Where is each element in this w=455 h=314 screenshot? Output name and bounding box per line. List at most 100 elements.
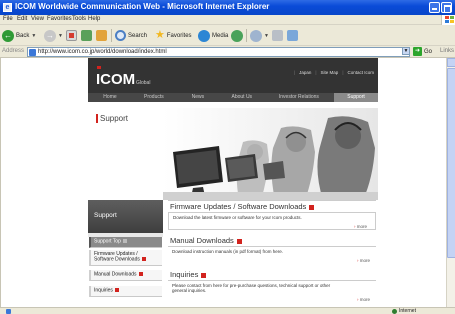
address-input[interactable]: http://www.icom.co.jp/world/download/ind… (27, 47, 410, 57)
media-button[interactable]: Media (198, 29, 228, 42)
section-title-firmware[interactable]: Firmware Updates / Software Downloads (170, 202, 315, 211)
links-label[interactable]: Links (440, 48, 454, 54)
nav-support[interactable]: Support (334, 93, 378, 102)
icom-site: ICOM Global | Japan | Site Map | Contact… (88, 58, 378, 307)
history-icon (231, 29, 243, 42)
search-label: Search (128, 32, 148, 39)
util-divider: | (342, 70, 344, 75)
back-arrow-icon: ← (2, 29, 14, 42)
menu-favorites[interactable]: Favorites (47, 16, 72, 22)
more-link[interactable]: › more (357, 297, 370, 302)
sidebar-item-support-top[interactable]: Support Top (89, 237, 162, 248)
vertical-scrollbar[interactable] (446, 58, 455, 307)
section-divider (168, 280, 376, 281)
go-button[interactable]: ➜ Go (413, 47, 432, 56)
menu-bar: File Edit View Favorites Tools Help (0, 15, 455, 25)
sidebar-item-inquiries[interactable]: Inquiries (89, 286, 162, 297)
address-url[interactable]: http://www.icom.co.jp/world/download/ind… (38, 49, 167, 55)
support-sidebar: Support Support Top Firmware Updates / S… (88, 200, 163, 307)
more-label: more (359, 258, 370, 263)
forward-button[interactable]: → ▼ (44, 29, 63, 42)
section-title-text: Firmware Updates / Software Downloads (170, 202, 307, 211)
section-title-text: Manual Downloads (170, 236, 234, 245)
menu-edit[interactable]: Edit (17, 16, 27, 22)
nav-about-us[interactable]: About Us (220, 93, 264, 102)
more-label: more (356, 224, 367, 229)
scroll-up-button[interactable] (447, 58, 455, 67)
util-divider: | (315, 70, 317, 75)
nav-news[interactable]: News (176, 93, 220, 102)
favorites-button[interactable]: ★ Favorites (155, 29, 192, 42)
section-desc: Download instruction manuals (in pdf for… (172, 249, 284, 254)
nav-home[interactable]: Home (88, 93, 132, 102)
more-label: more (359, 297, 370, 302)
sidebar-item-label-line2: Software Downloads (94, 256, 140, 263)
edit-page-icon (287, 30, 298, 41)
print-icon (272, 30, 283, 41)
dropdown-caret-icon[interactable]: ▼ (58, 33, 63, 39)
window-title: ICOM Worldwide Communication Web - Micro… (15, 2, 270, 11)
arrow-icon (138, 272, 143, 276)
support-sections: Firmware Updates / Software Downloads Do… (168, 200, 378, 307)
stop-button[interactable] (66, 29, 77, 42)
section-divider (168, 200, 376, 201)
ie-logo-icon: e (3, 3, 12, 12)
home-icon (96, 30, 107, 41)
util-link-site-map[interactable]: Site Map (321, 70, 339, 75)
edit-button[interactable] (287, 29, 298, 42)
dropdown-caret-icon[interactable]: ▼ (31, 33, 36, 39)
section-title-manuals[interactable]: Manual Downloads (170, 236, 242, 245)
arrow-icon (114, 288, 119, 292)
search-button[interactable]: Search (115, 29, 147, 42)
util-link-japan[interactable]: Japan (299, 70, 311, 75)
search-icon (115, 30, 126, 41)
star-icon: ★ (155, 29, 165, 41)
section-desc: Download the latest firmware or software… (173, 215, 302, 220)
page-title: Support (96, 114, 128, 123)
globe-icon (392, 309, 397, 314)
back-button[interactable]: ← Back ▼ (2, 29, 36, 42)
forward-arrow-icon: → (44, 29, 56, 42)
section-box-firmware: Download the latest firmware or software… (168, 212, 376, 230)
address-dropdown-icon[interactable]: ▼ (402, 47, 410, 55)
dropdown-caret-icon[interactable]: ▼ (264, 33, 269, 39)
history-button[interactable] (231, 29, 243, 42)
section-title-text: Inquiries (170, 270, 199, 279)
minimize-button[interactable] (429, 2, 440, 13)
home-button[interactable] (96, 29, 107, 42)
nav-products[interactable]: Products (132, 93, 176, 102)
standard-toolbar: ← Back ▼ → ▼ Search ★ Favorites Media ▼ (0, 25, 455, 46)
arrow-icon (309, 204, 315, 210)
maximize-button[interactable] (441, 2, 452, 13)
util-link-contact[interactable]: Contact Icom (347, 70, 374, 75)
arrow-icon (122, 239, 127, 243)
sidebar-item-manual-downloads[interactable]: Manual Downloads (89, 270, 162, 281)
nav-investor-relations[interactable]: Investor Relations (264, 93, 334, 102)
go-label: Go (424, 48, 433, 55)
icom-logo[interactable]: ICOM (96, 71, 135, 88)
more-link[interactable]: › more (354, 224, 367, 229)
utility-links: | Japan | Site Map | Contact Icom (294, 70, 374, 75)
site-header: ICOM Global | Japan | Site Map | Contact… (88, 58, 378, 93)
print-button[interactable] (272, 29, 283, 42)
address-label: Address (2, 48, 25, 54)
arrow-icon (201, 272, 207, 278)
hero-banner: Support (88, 102, 378, 200)
section-desc: Please contact from here for pre-purchas… (172, 283, 331, 293)
menu-view[interactable]: View (31, 16, 44, 22)
menu-file[interactable]: File (3, 16, 13, 22)
menu-tools[interactable]: Tools (72, 16, 86, 22)
mail-button[interactable]: ▼ (250, 29, 269, 42)
more-link[interactable]: › more (357, 258, 370, 263)
scroll-thumb[interactable] (447, 68, 455, 258)
arrow-icon (141, 257, 146, 261)
refresh-button[interactable] (81, 29, 92, 42)
sidebar-item-firmware-downloads[interactable]: Firmware Updates / Software Downloads (89, 250, 162, 266)
favorites-label: Favorites (166, 32, 192, 39)
title-bar: e ICOM Worldwide Communication Web - Mic… (0, 0, 455, 15)
page-viewport: ICOM Global | Japan | Site Map | Contact… (0, 58, 446, 307)
logo-subtitle: Global (136, 80, 151, 86)
section-title-inquiries[interactable]: Inquiries (170, 270, 207, 279)
menu-help[interactable]: Help (88, 16, 100, 22)
sidebar-item-label: Manual Downloads (94, 271, 137, 278)
